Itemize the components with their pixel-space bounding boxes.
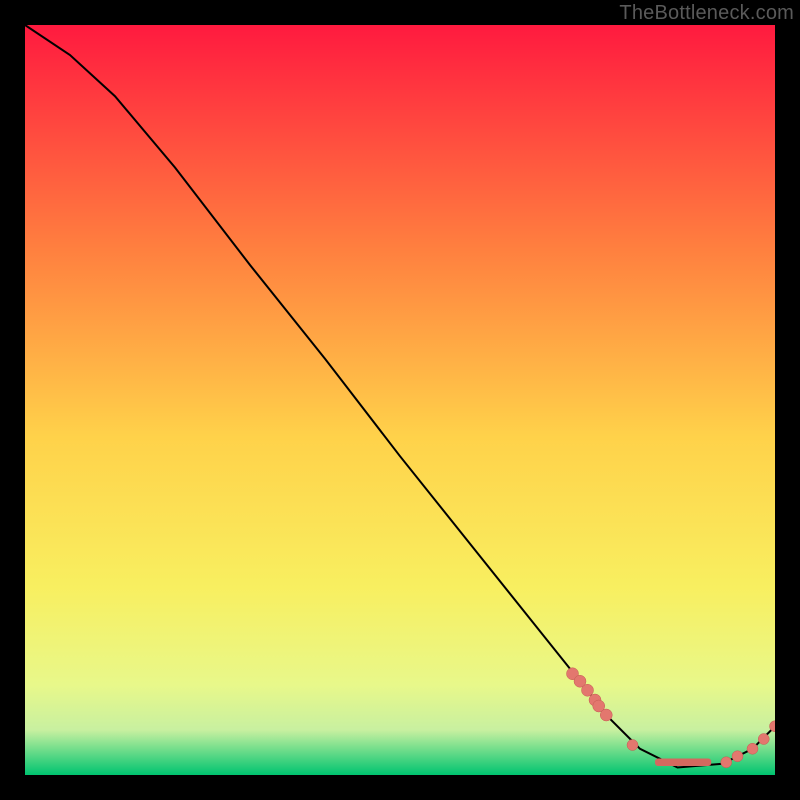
data-marker xyxy=(627,740,638,751)
data-marker xyxy=(600,709,612,721)
cluster-band xyxy=(655,759,711,767)
data-marker xyxy=(747,743,758,754)
plot-area xyxy=(25,25,775,775)
chart-svg xyxy=(25,25,775,775)
gradient-background xyxy=(25,25,775,775)
watermark-text: TheBottleneck.com xyxy=(619,2,794,25)
data-marker xyxy=(582,684,594,696)
data-marker xyxy=(721,757,732,768)
data-marker xyxy=(758,734,769,745)
data-marker xyxy=(732,751,743,762)
chart-stage: TheBottleneck.com xyxy=(0,0,800,800)
